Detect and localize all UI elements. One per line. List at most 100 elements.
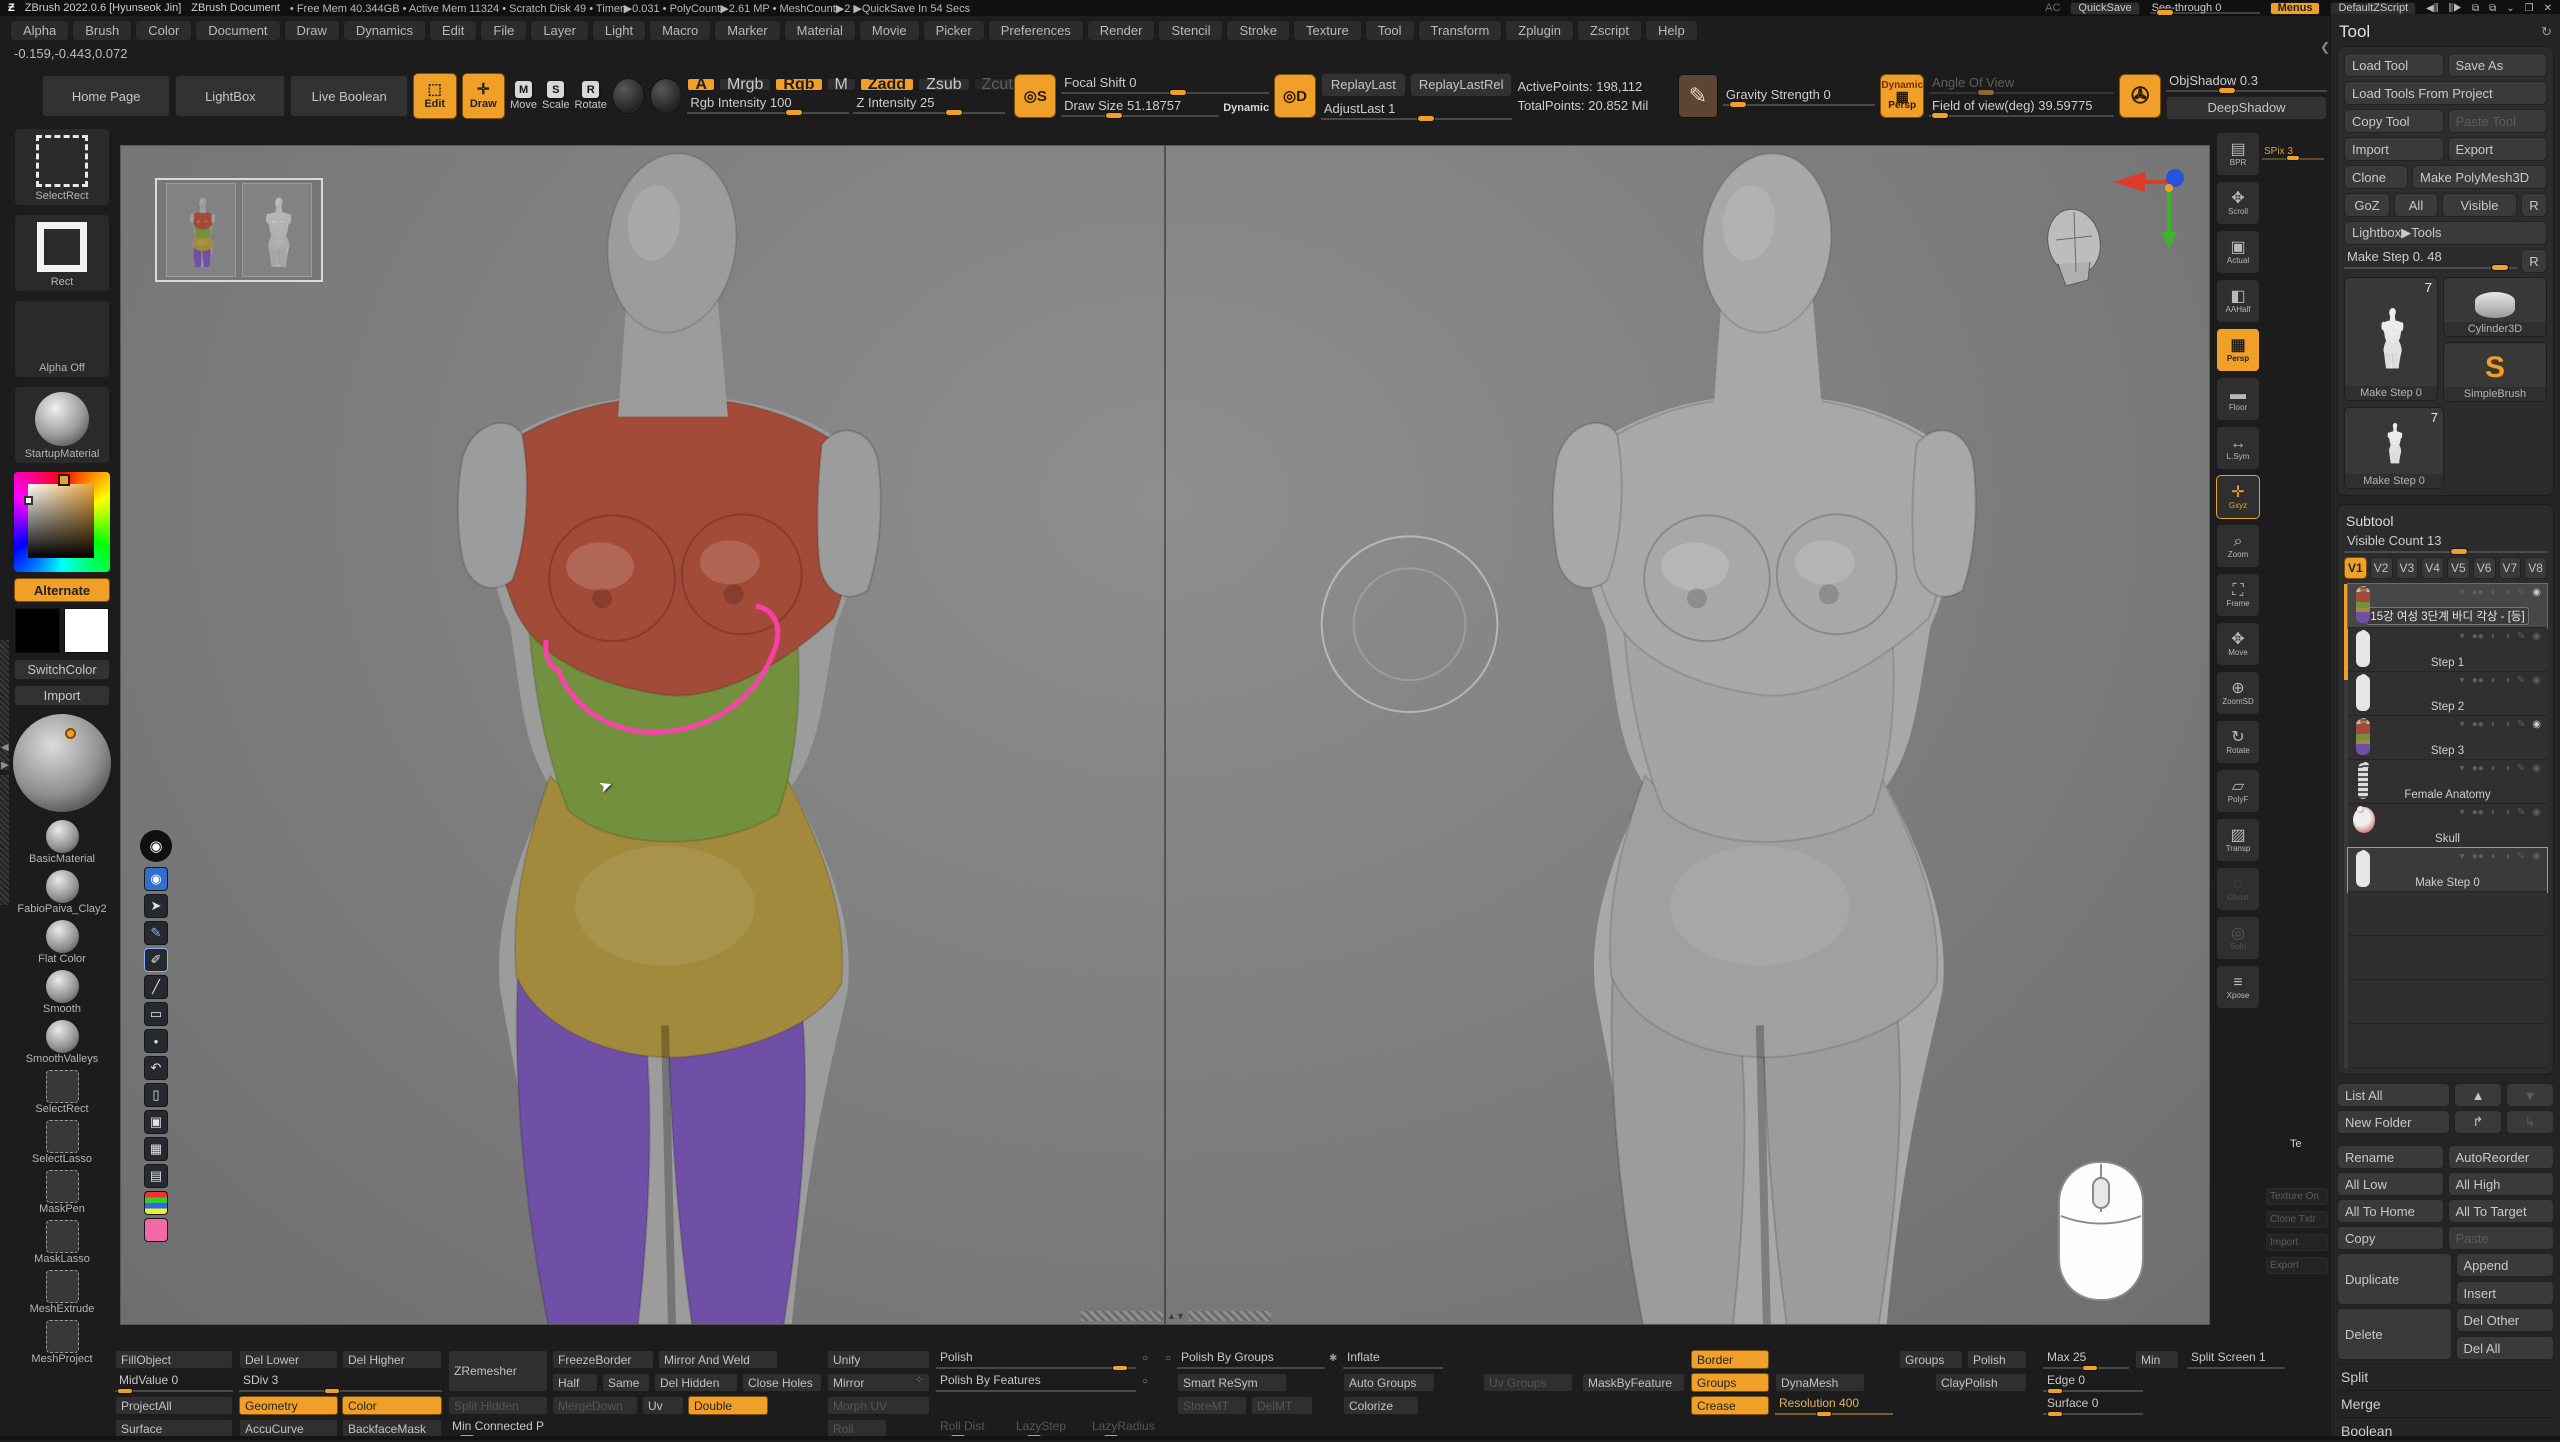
material-tile[interactable]: StartupMaterial	[14, 386, 110, 464]
insert-button[interactable]: Insert	[2456, 1281, 2555, 1305]
palette-icon[interactable]: ▤	[144, 1164, 168, 1188]
polish-features-toggle-icon[interactable]: ○	[1142, 1376, 1148, 1387]
simplebrush-thumbnail[interactable]: SSimpleBrush	[2443, 342, 2547, 402]
groups-button[interactable]: Groups	[1691, 1373, 1769, 1392]
shelf-material-item[interactable]: MaskLasso	[14, 1220, 110, 1265]
draw-button[interactable]: ✛Draw	[462, 73, 506, 119]
palette-icon[interactable]: ▣	[144, 1110, 168, 1134]
surface-slider[interactable]: Surface 0	[2043, 1396, 2143, 1415]
shelf-material-item[interactable]: SmoothValleys	[14, 1020, 110, 1065]
color-sphere-picker[interactable]	[13, 714, 111, 812]
right-shelf-button[interactable]: ▬ Floor	[2216, 377, 2260, 421]
deepshadow-button[interactable]: DeepShadow	[2166, 96, 2327, 120]
subtool-row[interactable]: ▾ ●● ◐ ◑ ✎ ◉ Female Anatomy	[2348, 760, 2547, 804]
all-to-home-button[interactable]: All To Home	[2337, 1199, 2444, 1223]
delete-button[interactable]: Delete	[2337, 1308, 2452, 1360]
right-shelf-button[interactable]: ⊕ ZoomSD	[2216, 671, 2260, 715]
visible-count-slider[interactable]: Visible Count 13	[2344, 533, 2547, 553]
stroke-tile[interactable]: Rect	[14, 214, 110, 292]
rgb-toggle[interactable]: Rgb	[775, 78, 822, 91]
subtool-version-tab[interactable]: V6	[2473, 557, 2496, 579]
right-shelf-button[interactable]: ✥ Scroll	[2216, 181, 2260, 225]
split-screen-slider[interactable]: Split Screen 1	[2187, 1350, 2285, 1369]
palette-icon[interactable]: ▭	[144, 1002, 168, 1026]
angle-of-view-slider[interactable]: Angle Of View	[1929, 75, 2114, 94]
move-out-button[interactable]: ↱	[2454, 1110, 2502, 1134]
goz-r-button[interactable]: R	[2521, 193, 2547, 217]
smart-resym-button[interactable]: Smart ReSym	[1177, 1373, 1287, 1392]
menu-item[interactable]: Texture	[1293, 20, 1362, 41]
right-shelf-button[interactable]: ▱ PolyF	[2216, 769, 2260, 813]
inflate-slider[interactable]: Inflate	[1343, 1350, 1443, 1369]
home-page-button[interactable]: Home Page	[42, 75, 170, 117]
menu-item[interactable]: Brush	[72, 20, 132, 41]
m-toggle[interactable]: M	[827, 78, 856, 91]
texture-palette-item[interactable]: Import	[2266, 1234, 2328, 1251]
z-intensity-slider[interactable]: Z Intensity 25	[853, 95, 1005, 114]
del-higher-button[interactable]: Del Higher	[342, 1350, 442, 1369]
dynamesh-polish-button[interactable]: Polish	[1967, 1350, 2027, 1369]
claypolish-button[interactable]: ClayPolish	[1935, 1373, 2027, 1392]
sculpt-right-gray[interactable]	[1166, 146, 2209, 1325]
quicksave-button[interactable]: QuickSave	[2070, 2, 2139, 15]
max-slider[interactable]: Max 25	[2043, 1350, 2129, 1369]
window-layout-icon[interactable]: ⧉	[2472, 3, 2479, 14]
menu-item[interactable]: Stencil	[1158, 20, 1223, 41]
palette-icon[interactable]: ↶	[144, 1056, 168, 1080]
objshadow-slider[interactable]: ObjShadow 0.3	[2166, 73, 2327, 92]
load-tool-button[interactable]: Load Tool	[2344, 53, 2444, 77]
polish-toggle-icon[interactable]: ○	[1142, 1353, 1148, 1364]
mrgb-toggle[interactable]: Mrgb	[719, 78, 771, 91]
shelf-material-item[interactable]: SelectLasso	[14, 1120, 110, 1165]
storemt-button[interactable]: StoreMT	[1177, 1396, 1247, 1415]
polish-by-groups-slider[interactable]: Polish By Groups	[1177, 1350, 1325, 1369]
focal-shift-icon[interactable]: ◎S	[1014, 74, 1056, 118]
menu-item[interactable]: Movie	[859, 20, 920, 41]
gravity-strength-slider[interactable]: Gravity Strength 0	[1723, 87, 1875, 106]
adjust-last-slider[interactable]: AdjustLast 1	[1321, 101, 1513, 120]
edit-button[interactable]: ⬚Edit	[413, 73, 457, 119]
color-a-toggle[interactable]: A	[687, 78, 715, 91]
menu-item[interactable]: Marker	[714, 20, 780, 41]
colorize-button[interactable]: Colorize	[1343, 1396, 1419, 1415]
spix-slider[interactable]: SPix 3	[2262, 146, 2324, 160]
right-shelf-button[interactable]: ◧ AAHalf	[2216, 279, 2260, 323]
palette-icon[interactable]	[144, 1191, 168, 1215]
shelf-drag-handle-2[interactable]	[0, 775, 9, 905]
edge-slider[interactable]: Edge 0	[2043, 1373, 2143, 1392]
new-folder-button[interactable]: New Folder	[2337, 1110, 2450, 1134]
material-preview[interactable]	[612, 78, 645, 114]
crease-button[interactable]: Crease	[1691, 1396, 1769, 1415]
divider-right-icon[interactable]: ⫼▶	[2448, 3, 2462, 14]
zremesher-button[interactable]: ZRemesher	[448, 1350, 548, 1392]
shelf-material-item[interactable]: SelectRect	[14, 1070, 110, 1115]
shelf-material-item[interactable]: FabioPaiva_Clay2	[14, 870, 110, 915]
sdiv-slider[interactable]: SDiv 3	[239, 1373, 442, 1392]
merge-section-header[interactable]: Merge	[2337, 1390, 2554, 1417]
menu-item[interactable]: Layer	[530, 20, 589, 41]
mirror-and-weld-button[interactable]: Mirror And Weld	[658, 1350, 778, 1369]
shelf-material-item[interactable]: Flat Color	[14, 920, 110, 965]
del-lower-button[interactable]: Del Lower	[239, 1350, 338, 1369]
polish-groups-toggle-icon[interactable]: ○	[1165, 1353, 1171, 1364]
append-button[interactable]: Append	[2456, 1253, 2555, 1277]
menu-item[interactable]: Transform	[1418, 20, 1503, 41]
mirror-axes-icon[interactable]: ⁘	[915, 1375, 923, 1386]
texture-palette-item[interactable]: Clone Txtr	[2266, 1211, 2328, 1228]
half-button[interactable]: Half	[552, 1373, 598, 1392]
default-zscript-button[interactable]: DefaultZScript	[2330, 2, 2416, 15]
expand-left-arrow[interactable]: ▶	[1, 760, 9, 771]
delmt-button[interactable]: DelMT	[1251, 1396, 1313, 1415]
right-shelf-button[interactable]: ⛶ Frame	[2216, 573, 2260, 617]
subtool-row[interactable]: ▾ ●● ◐ ◑ ✎ ◉ Step 3	[2348, 716, 2547, 760]
cylinder3d-thumbnail[interactable]: Cylinder3D	[2443, 277, 2547, 337]
palette-icon[interactable]: ▯	[144, 1083, 168, 1107]
second-tool-thumbnail[interactable]: 7 Make Step 0	[2344, 407, 2444, 489]
right-shelf-button[interactable]: ◌ Ghost	[2216, 867, 2260, 911]
maximize-icon[interactable]: ❐	[2525, 3, 2534, 14]
menu-item[interactable]: Edit	[429, 20, 477, 41]
subtool-version-tab[interactable]: V5	[2447, 557, 2470, 579]
material-preview-2[interactable]	[650, 78, 683, 114]
subtool-row[interactable]: ▾ ●● ◐ ◑ ✎ ◉ Make Step 0	[2348, 848, 2547, 892]
fov-slider[interactable]: Field of view(deg) 39.59775	[1929, 98, 2114, 117]
